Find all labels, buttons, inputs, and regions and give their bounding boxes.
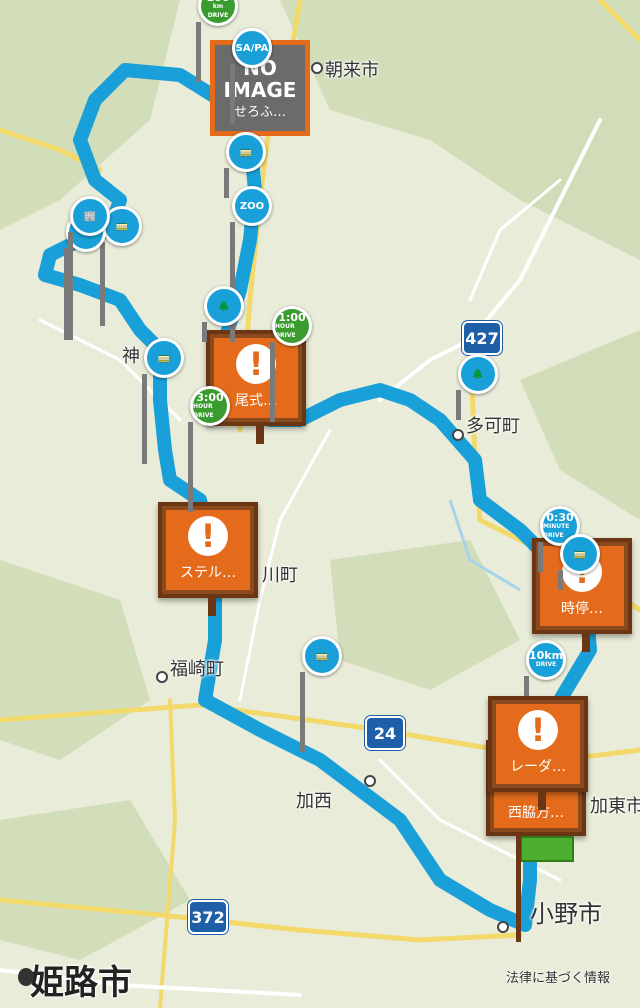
pin-100km-word: DRIVE bbox=[207, 11, 229, 19]
min30-value: 0:30 bbox=[546, 510, 574, 524]
goal-flag-icon bbox=[520, 836, 574, 862]
route-shield-427: 427 bbox=[462, 321, 502, 355]
route-shield-24: 24 bbox=[365, 716, 405, 750]
warning-icon: ! bbox=[188, 516, 228, 556]
board-d-caption: レーダ… bbox=[510, 759, 566, 775]
km10-label: DRIVE bbox=[535, 661, 557, 668]
sapa-label: SA/PA bbox=[235, 42, 269, 54]
warning-icon: ! bbox=[518, 710, 558, 750]
label-kasai: 加西 bbox=[296, 791, 332, 812]
hour1-value: 1:00 bbox=[278, 310, 306, 324]
route-shield-372: 372 bbox=[188, 900, 228, 934]
asago-dot bbox=[311, 62, 323, 74]
train-icon: 🚃 bbox=[226, 132, 266, 172]
station-icon: 🏢 bbox=[70, 196, 110, 236]
board-c-caption: 時停… bbox=[561, 601, 603, 617]
label-kato: 加東市 bbox=[590, 796, 640, 817]
km10-value: 10km bbox=[528, 649, 564, 662]
warning-board-d[interactable]: ! レーダ… bbox=[488, 696, 588, 810]
board-e-caption: 西脇方… bbox=[508, 805, 564, 821]
train-icon: 🚃 bbox=[144, 338, 184, 378]
board-b-caption: ステル… bbox=[180, 565, 236, 581]
apple-logo-icon bbox=[18, 968, 34, 986]
warning-board-b[interactable]: ! ステル… bbox=[158, 502, 258, 616]
taka-dot bbox=[452, 429, 464, 441]
label-himeji: 姫路市 bbox=[30, 963, 132, 1003]
noimage-caption: せろふ… bbox=[233, 104, 286, 120]
label-asago: 朝来市 bbox=[325, 60, 379, 81]
park-icon: 🌲 bbox=[204, 286, 244, 326]
legal-link[interactable]: 法律に基づく情報 bbox=[506, 967, 610, 986]
ono-dot bbox=[497, 921, 509, 933]
hour1-label: HOUR DRIVE bbox=[275, 322, 296, 339]
label-partial: 神 bbox=[122, 346, 140, 367]
hour3-label: HOUR DRIVE bbox=[193, 402, 214, 419]
kasai-dot bbox=[364, 775, 376, 787]
label-kamikawa: 川町 bbox=[262, 565, 298, 586]
train-icon: 🚃 bbox=[560, 534, 600, 574]
hour3-value: 3:00 bbox=[196, 390, 224, 404]
zoo-label: ZOO bbox=[239, 200, 265, 212]
train-icon: 🚃 bbox=[302, 636, 342, 676]
park-icon: 🌲 bbox=[458, 354, 498, 394]
pin-100km-unit: km bbox=[212, 2, 224, 10]
label-fukusaki: 福崎町 bbox=[170, 659, 224, 680]
label-taka: 多可町 bbox=[466, 416, 520, 437]
fukusaki-dot bbox=[156, 671, 168, 683]
goal-flag-pole bbox=[516, 836, 521, 942]
label-ono: 小野市 bbox=[530, 900, 602, 928]
